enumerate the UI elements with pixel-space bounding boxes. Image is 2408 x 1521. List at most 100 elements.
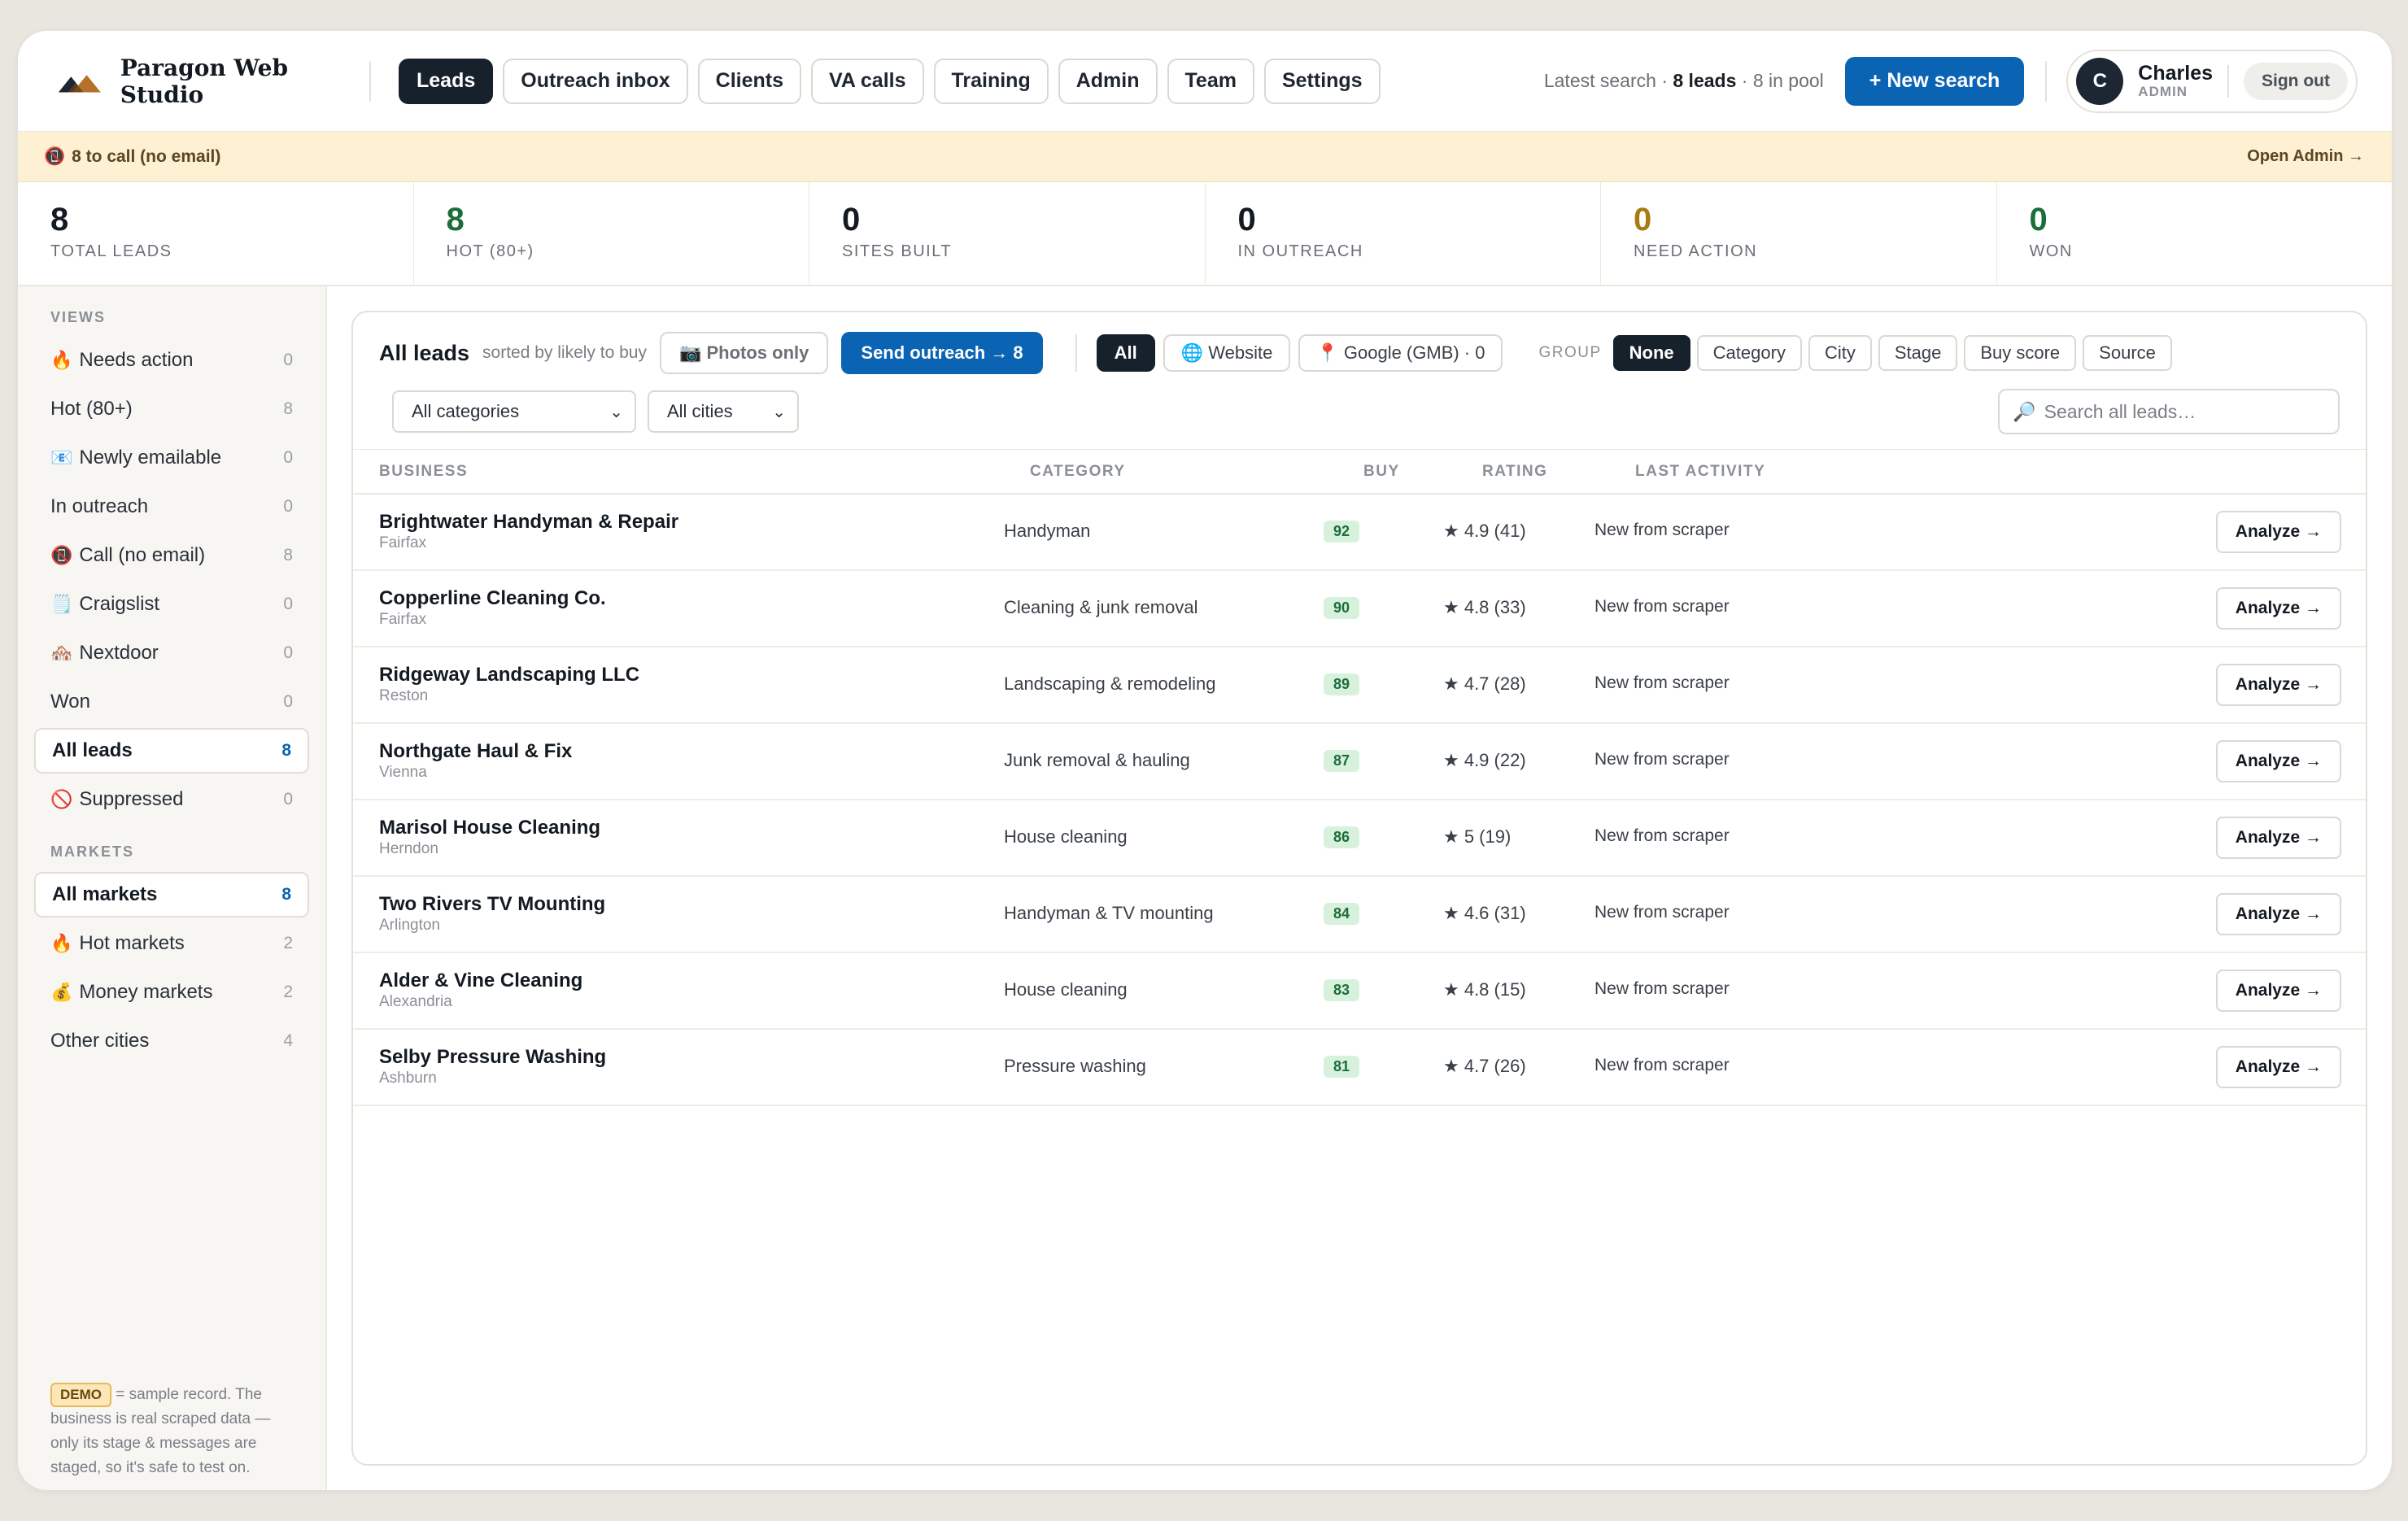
table-row[interactable]: Brightwater Handyman & Repair Fairfax Hand… <box>353 495 2366 571</box>
nav-training[interactable]: Training <box>933 58 1049 104</box>
sidebar-view-in-outreach[interactable]: In outreach 0 <box>34 484 309 530</box>
stat-value: 0 <box>1634 202 1652 238</box>
new-search-button[interactable]: + New search <box>1844 56 2025 106</box>
brand[interactable]: Paragon Web Studio <box>57 54 369 108</box>
business-name[interactable]: Alder & Vine Cleaning <box>379 970 582 992</box>
business-cell: Selby Pressure Washing Ashburn <box>379 1046 606 1087</box>
sidebar-view-all-leads[interactable]: All leads 8 <box>34 728 309 774</box>
logo-icon <box>58 74 101 92</box>
table-row[interactable]: Northgate Haul & Fix Vienna Junk removal &… <box>353 724 2366 800</box>
banner-text: 8 to call (no email) <box>72 146 221 166</box>
business-name[interactable]: Selby Pressure Washing <box>379 1046 606 1069</box>
nav-leads[interactable]: Leads <box>399 58 494 104</box>
item-label: Call (no email) <box>79 544 206 566</box>
stat-label: IN OUTREACH <box>1237 242 1363 260</box>
buy-score-badge: 90 <box>1324 597 1360 619</box>
buy-score-badge: 86 <box>1324 826 1360 848</box>
stat-card: 8 TOTAL LEADS <box>18 182 414 285</box>
group-source[interactable]: Source <box>2083 335 2172 371</box>
sidebar-view-call-no-email[interactable]: 📵 Call (no email) 8 <box>34 533 309 578</box>
sidebar-view-craigslist[interactable]: 🗒️ Craigslist 0 <box>34 582 309 627</box>
sign-out-button[interactable]: Sign out <box>2244 62 2348 100</box>
sidebar-market-hot-markets[interactable]: 🔥 Hot markets 2 <box>34 921 309 966</box>
sidebar-view-won[interactable]: Won 0 <box>34 679 309 725</box>
item-emoji-icon: 📧 <box>50 447 73 468</box>
business-name[interactable]: Two Rivers TV Mounting <box>379 893 605 916</box>
table-row[interactable]: Ridgeway Landscaping LLC Reston Landscapin… <box>353 647 2366 724</box>
business-cell: Marisol House Cleaning Herndon <box>379 817 600 858</box>
nav-clients[interactable]: Clients <box>697 58 801 104</box>
search-input[interactable] <box>2044 400 2325 423</box>
buy-score-badge: 89 <box>1324 673 1360 695</box>
stat-value: 0 <box>842 202 861 238</box>
sidebar-view-suppressed[interactable]: 🚫 Suppressed 0 <box>34 777 309 822</box>
analyze-button[interactable]: Analyze → <box>2215 664 2341 706</box>
business-name[interactable]: Marisol House Cleaning <box>379 817 600 839</box>
demo-badge: DEMO <box>50 1383 111 1407</box>
stat-card: 0 IN OUTREACH <box>1206 182 1601 285</box>
group-none[interactable]: None <box>1612 335 1690 371</box>
nav-team[interactable]: Team <box>1167 58 1254 104</box>
group-options: None Category City Stage Buy score Source <box>1612 335 2179 371</box>
column-category[interactable]: CATEGORY <box>1030 463 1126 481</box>
table-row[interactable]: Marisol House Cleaning Herndon House clean… <box>353 800 2366 877</box>
table-row[interactable]: Alder & Vine Cleaning Alexandria House cle… <box>353 953 2366 1030</box>
business-city: Reston <box>379 687 429 704</box>
business-name[interactable]: Brightwater Handyman & Repair <box>379 511 678 534</box>
item-emoji-icon: 🗒️ <box>50 594 73 614</box>
rating-cell: ★ 4.9 (22) <box>1443 750 1526 770</box>
group-buy-score[interactable]: Buy score <box>1964 335 2077 371</box>
column-rating[interactable]: RATING <box>1482 463 1547 481</box>
column-buy[interactable]: BUY <box>1363 463 1400 481</box>
sidebar-market-all-markets[interactable]: All markets 8 <box>34 872 309 917</box>
group-category[interactable]: Category <box>1696 335 1802 371</box>
nav-va-calls[interactable]: VA calls <box>811 58 924 104</box>
category-select[interactable]: All categories ⌄ <box>392 390 636 433</box>
business-name[interactable]: Northgate Haul & Fix <box>379 740 572 763</box>
group-city[interactable]: City <box>1808 335 1872 371</box>
send-outreach-button[interactable]: Send outreach → 8 <box>841 332 1043 374</box>
analyze-button[interactable]: Analyze → <box>2215 740 2341 782</box>
analyze-button[interactable]: Analyze → <box>2215 817 2341 859</box>
user-info: Charles ADMIN <box>2138 63 2213 98</box>
stat-label: WON <box>2029 242 2073 260</box>
avatar[interactable]: C <box>2076 57 2124 105</box>
main-nav: Leads Outreach inbox Clients VA calls Traini… <box>399 58 1381 104</box>
column-business[interactable]: BUSINESS <box>379 463 468 481</box>
nav-admin[interactable]: Admin <box>1058 58 1158 104</box>
header-right: Latest search · 8 leads · 8 in pool + Ne… <box>1544 49 2358 113</box>
analyze-button[interactable]: Analyze → <box>2215 587 2341 630</box>
source-filter-1[interactable]: 🌐 Website <box>1163 334 1291 372</box>
table-row[interactable]: Copperline Cleaning Co. Fairfax Cleaning &… <box>353 571 2366 647</box>
table-row[interactable]: Selby Pressure Washing Ashburn Pressure wa… <box>353 1030 2366 1106</box>
open-admin-link[interactable]: Open Admin → <box>2247 147 2364 166</box>
sidebar-market-other-cities[interactable]: Other cities 4 <box>34 1018 309 1064</box>
nav-outreach-inbox[interactable]: Outreach inbox <box>503 58 688 104</box>
business-name[interactable]: Ridgeway Landscaping LLC <box>379 664 639 686</box>
sidebar-view-newly-emailable[interactable]: 📧 Newly emailable 0 <box>34 435 309 481</box>
business-name[interactable]: Copperline Cleaning Co. <box>379 587 606 610</box>
sidebar-view-needs-action[interactable]: 🔥 Needs action 0 <box>34 338 309 383</box>
item-emoji-icon: 🚫 <box>50 789 73 809</box>
column-last-activity[interactable]: LAST ACTIVITY <box>1635 463 1765 481</box>
photos-only-button[interactable]: 📷 Photos only <box>659 332 829 374</box>
category-cell: Landscaping & remodeling <box>1004 673 1216 694</box>
analyze-button[interactable]: Analyze → <box>2215 970 2341 1012</box>
source-filter-2[interactable]: 📍 Google (GMB) · 0 <box>1298 334 1503 372</box>
panel-title: All leads <box>379 340 470 365</box>
analyze-button[interactable]: Analyze → <box>2215 893 2341 935</box>
sidebar-view-hot-80[interactable]: Hot (80+) 8 <box>34 386 309 432</box>
group-stage[interactable]: Stage <box>1878 335 1958 371</box>
sidebar-market-money-markets[interactable]: 💰 Money markets 2 <box>34 970 309 1015</box>
analyze-button[interactable]: Analyze → <box>2215 1046 2341 1088</box>
no-mobile-icon: 📵 <box>44 146 66 166</box>
analyze-button[interactable]: Analyze → <box>2215 511 2341 553</box>
rating-cell: ★ 4.7 (26) <box>1443 1056 1526 1076</box>
source-filter-0[interactable]: All <box>1096 334 1155 372</box>
sidebar-view-nextdoor[interactable]: 🏘️ Nextdoor 0 <box>34 630 309 676</box>
item-label: All leads <box>52 739 133 761</box>
city-select[interactable]: All cities ⌄ <box>648 390 799 433</box>
table-row[interactable]: Two Rivers TV Mounting Arlington Handyman … <box>353 877 2366 953</box>
category-cell: Cleaning & junk removal <box>1004 597 1198 617</box>
nav-settings[interactable]: Settings <box>1263 58 1381 104</box>
